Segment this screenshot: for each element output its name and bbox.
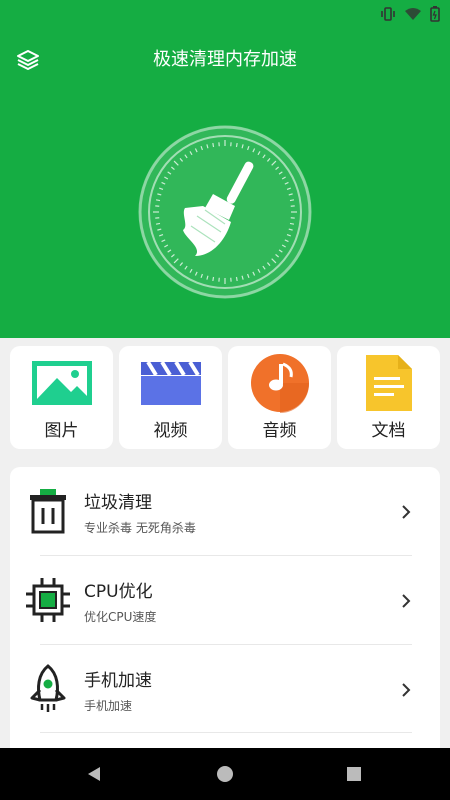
category-documents[interactable]: 文档 bbox=[337, 346, 440, 449]
feature-title: 手机加速 bbox=[84, 671, 152, 691]
music-note-icon bbox=[250, 354, 309, 413]
category-videos[interactable]: 视频 bbox=[119, 346, 222, 449]
home-circle-icon bbox=[217, 766, 233, 782]
chevron-right-icon bbox=[402, 683, 411, 697]
feature-title: 垃圾清理 bbox=[84, 493, 152, 513]
category-audio[interactable]: 音频 bbox=[228, 346, 331, 449]
feature-list: 垃圾清理 专业杀毒 无死角杀毒 CPU优化 优化CPU速度 手机加速 手机加速 bbox=[10, 467, 440, 757]
dial-tick bbox=[235, 142, 238, 148]
rocket-icon bbox=[30, 664, 66, 712]
category-grid: 图片 视频 音频 文档 bbox=[10, 346, 440, 449]
feature-title: CPU优化 bbox=[84, 582, 153, 602]
vibrate-icon bbox=[381, 7, 395, 21]
battery-icon bbox=[430, 6, 440, 22]
feature-cpu-optimize[interactable]: CPU优化 优化CPU速度 bbox=[10, 556, 440, 644]
document-icon bbox=[365, 355, 412, 411]
nav-home-button[interactable] bbox=[215, 764, 235, 784]
chevron-right-icon bbox=[402, 505, 411, 519]
image-icon bbox=[31, 361, 92, 405]
dial-tick bbox=[235, 276, 238, 282]
feature-phone-boost[interactable]: 手机加速 手机加速 bbox=[10, 645, 440, 733]
trash-bin-icon bbox=[30, 489, 66, 534]
feature-subtitle: 手机加速 bbox=[84, 699, 133, 713]
dial-tick bbox=[212, 142, 215, 148]
category-label: 音频 bbox=[262, 421, 297, 441]
chevron-right-icon bbox=[402, 594, 411, 608]
dial-tick bbox=[155, 199, 161, 202]
category-label: 视频 bbox=[153, 421, 188, 441]
feature-junk-clean[interactable]: 垃圾清理 专业杀毒 无死角杀毒 bbox=[10, 467, 440, 555]
divider bbox=[40, 732, 412, 733]
clean-button[interactable] bbox=[138, 125, 312, 299]
video-clapper-icon bbox=[140, 360, 201, 405]
dial-tick bbox=[155, 222, 161, 225]
navigation-bar bbox=[0, 748, 450, 800]
nav-back-button[interactable] bbox=[84, 764, 104, 784]
broom-icon bbox=[138, 125, 312, 299]
recents-square-icon bbox=[347, 767, 361, 781]
header: 极速清理内存加速 bbox=[0, 28, 450, 338]
category-images[interactable]: 图片 bbox=[10, 346, 113, 449]
nav-recents-button[interactable] bbox=[344, 764, 364, 784]
category-label: 文档 bbox=[371, 421, 406, 441]
wifi-icon bbox=[405, 8, 421, 20]
dial-tick bbox=[289, 222, 295, 225]
dial-tick bbox=[289, 199, 295, 202]
status-bar bbox=[0, 0, 450, 28]
feature-subtitle: 专业杀毒 无死角杀毒 bbox=[84, 521, 196, 535]
page-title: 极速清理内存加速 bbox=[153, 49, 297, 70]
category-label: 图片 bbox=[44, 421, 79, 441]
feature-subtitle: 优化CPU速度 bbox=[84, 610, 157, 624]
cpu-chip-icon bbox=[26, 578, 70, 622]
back-triangle-icon bbox=[88, 767, 100, 781]
dial-tick bbox=[212, 276, 215, 282]
